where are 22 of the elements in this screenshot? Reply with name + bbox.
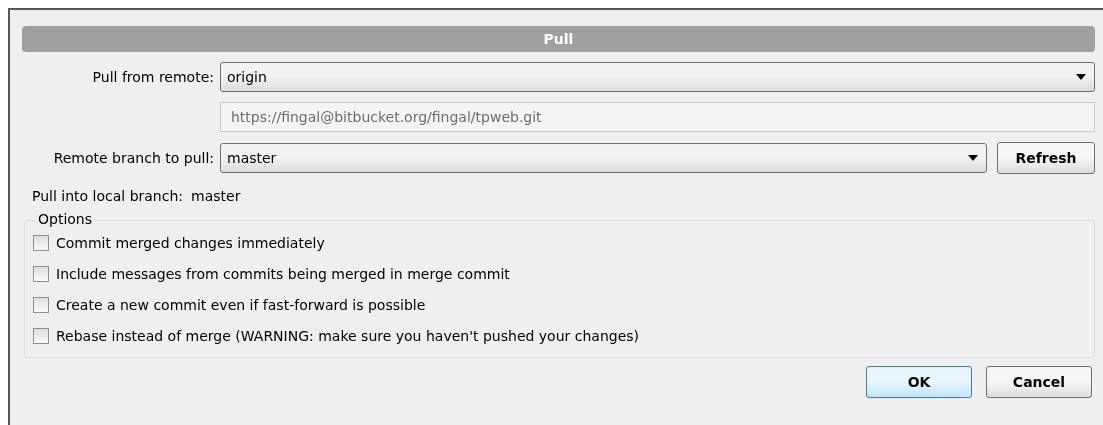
checkbox[interactable] (33, 234, 49, 251)
cancel-button[interactable]: Cancel (986, 366, 1092, 398)
field-label: Remote branch to pull: (52, 150, 214, 166)
checkbox[interactable] (33, 265, 49, 282)
checkbox[interactable] (33, 296, 49, 313)
caret-icon (1076, 74, 1086, 80)
refresh-button[interactable]: Refresh (997, 142, 1095, 174)
checkbox-label: Include messages from commits being merged in merge commit (56, 265, 510, 282)
checkbox-label: Create a new commit even if fast-forward is possible (56, 296, 426, 313)
dialog-title: Pull (22, 26, 1095, 52)
group-title: Options (35, 211, 96, 227)
checkbox-label: Commit merged changes immediately (56, 234, 325, 251)
field-label: Pull into local branch: (32, 188, 184, 204)
url-field[interactable]: https://fingal@bitbucket.org/fingal/tpweb.git (220, 102, 1095, 132)
branch-dropdown[interactable]: master (220, 143, 987, 173)
remote-dropdown[interactable]: origin (220, 62, 1095, 92)
checkbox[interactable] (33, 327, 49, 344)
caret-icon (968, 155, 978, 161)
ok-button[interactable]: OK (866, 366, 972, 398)
field-label: Pull from remote: (91, 69, 214, 85)
checkbox-label: Rebase instead of merge (WARNING: make sure you haven't pushed your changes) (56, 327, 640, 344)
branch-name: master (191, 188, 241, 204)
